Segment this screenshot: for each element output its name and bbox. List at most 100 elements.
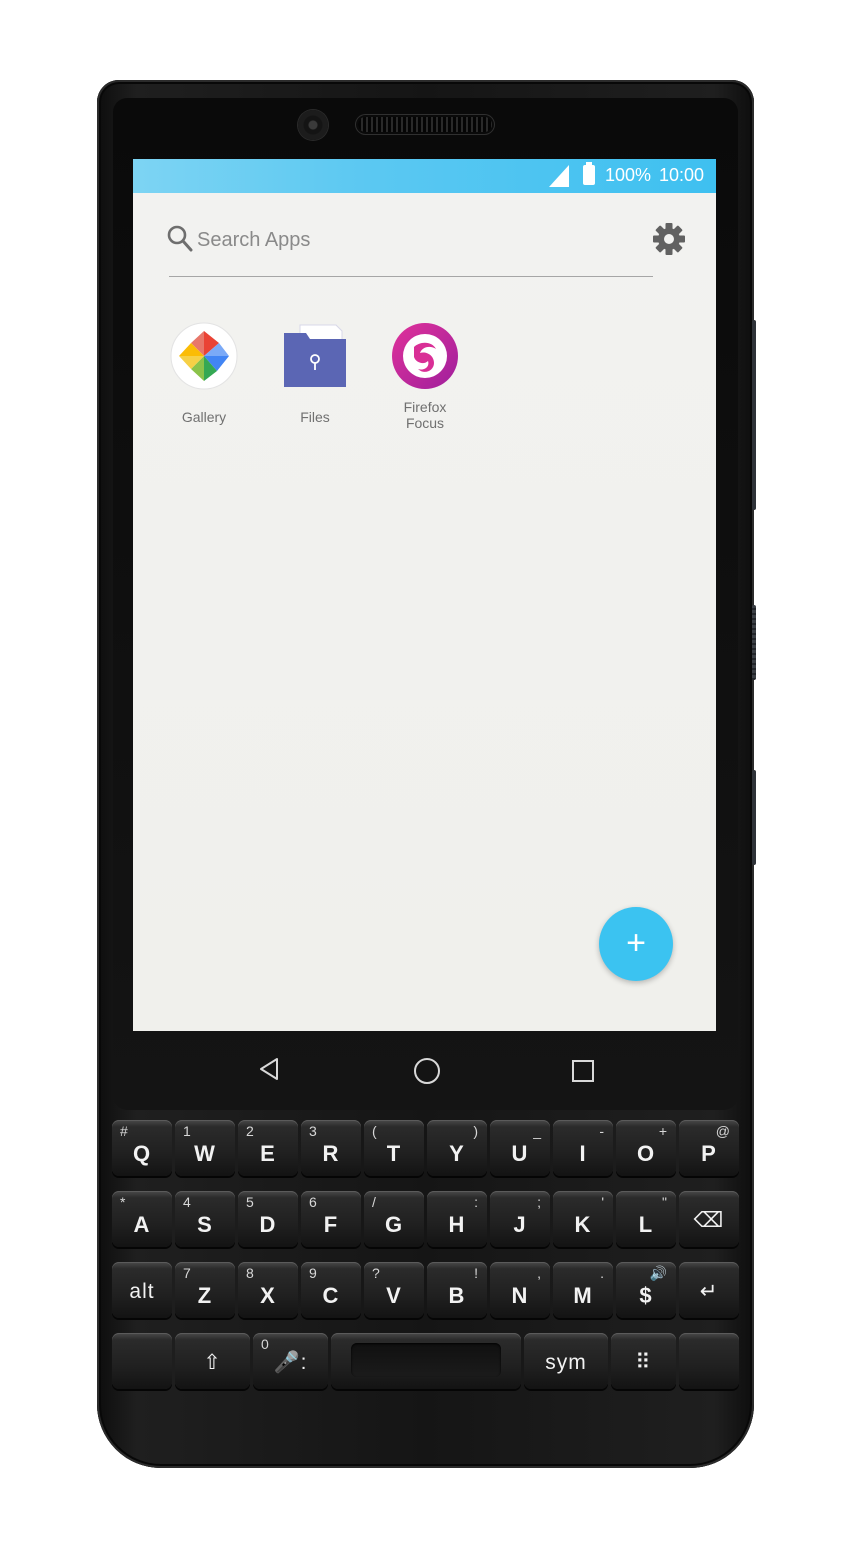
key-main-label: U bbox=[511, 1141, 529, 1166]
key-secondary-label: 9 bbox=[309, 1265, 317, 1281]
key-row2-4[interactable]: / G bbox=[364, 1191, 424, 1247]
key-main-label: ⇧ bbox=[203, 1351, 222, 1374]
gear-icon[interactable] bbox=[651, 221, 687, 257]
key-row2-6[interactable]: ; J bbox=[490, 1191, 550, 1247]
key-main-label: A bbox=[133, 1212, 151, 1237]
physical-keyboard: # Q 1 W 2 E 3 R(T) Y _ U - I + O @ P * A 4 S 5 D 6 F / G: H; J ' K " L ⌫ a… bbox=[110, 1118, 742, 1398]
key-row1-7[interactable]: -I bbox=[553, 1120, 613, 1176]
key-row3-1[interactable]: 7Z bbox=[175, 1262, 235, 1318]
key-main-label: H bbox=[448, 1212, 466, 1237]
key-main-label: Y bbox=[449, 1141, 465, 1166]
key-row1-9[interactable]: @ P bbox=[679, 1120, 739, 1176]
key-row3-0[interactable]: alt bbox=[112, 1262, 172, 1318]
key-row4-0[interactable] bbox=[112, 1333, 172, 1389]
key-main-label: R bbox=[322, 1141, 340, 1166]
key-main-label: F bbox=[323, 1212, 339, 1237]
app-firefox-focus[interactable]: Firefox Focus bbox=[375, 321, 475, 431]
key-row2-5[interactable]: :H bbox=[427, 1191, 487, 1247]
spacebar-surface bbox=[351, 1343, 501, 1377]
key-row1-5[interactable]: ) Y bbox=[427, 1120, 487, 1176]
key-row1-2[interactable]: 2E bbox=[238, 1120, 298, 1176]
home-icon[interactable] bbox=[414, 1058, 440, 1084]
spacebar[interactable] bbox=[331, 1333, 521, 1389]
key-main-label: N bbox=[511, 1283, 529, 1308]
key-secondary-label: @ bbox=[715, 1123, 730, 1139]
key-row3-4[interactable]: ? V bbox=[364, 1262, 424, 1318]
back-icon[interactable] bbox=[258, 1057, 280, 1081]
app-label-firefox-focus: Firefox Focus bbox=[403, 399, 447, 431]
key-row3-6[interactable]: ,N bbox=[490, 1262, 550, 1318]
front-camera bbox=[298, 110, 328, 140]
key-secondary-label: ) bbox=[473, 1123, 478, 1139]
key-row3-2[interactable]: 8X bbox=[238, 1262, 298, 1318]
side-button-top[interactable] bbox=[752, 320, 756, 510]
key-main-label: $ bbox=[639, 1283, 653, 1308]
key-row3-7[interactable]: .M bbox=[553, 1262, 613, 1318]
app-gallery[interactable]: Gallery bbox=[154, 321, 254, 425]
key-main-label: Q bbox=[132, 1141, 152, 1166]
key-row4-5[interactable]: ⠿ bbox=[611, 1333, 676, 1389]
navigation-bar bbox=[133, 1031, 716, 1103]
key-row1-1[interactable]: 1W bbox=[175, 1120, 235, 1176]
key-main-label: X bbox=[260, 1283, 276, 1308]
gallery-pinwheel-icon bbox=[170, 322, 238, 390]
key-main-label: G bbox=[384, 1212, 404, 1237]
key-secondary-label: ; bbox=[537, 1194, 541, 1210]
key-row1-6[interactable]: _ U bbox=[490, 1120, 550, 1176]
key-secondary-label: 3 bbox=[309, 1123, 317, 1139]
app-label-gallery: Gallery bbox=[181, 409, 227, 425]
key-row2-1[interactable]: 4S bbox=[175, 1191, 235, 1247]
key-secondary-label: 🔊 bbox=[649, 1265, 667, 1281]
folder-icon bbox=[284, 324, 346, 387]
key-secondary-label: + bbox=[658, 1123, 667, 1139]
key-row2-3[interactable]: 6F bbox=[301, 1191, 361, 1247]
recent-apps-icon[interactable] bbox=[572, 1060, 594, 1082]
key-row2-9[interactable]: ⌫ bbox=[679, 1191, 739, 1247]
signal-icon bbox=[549, 165, 569, 187]
key-main-label: C bbox=[322, 1283, 340, 1308]
key-secondary-label: 6 bbox=[309, 1194, 317, 1210]
key-row3-9[interactable]: ↵ bbox=[679, 1262, 739, 1318]
key-main-label: B bbox=[448, 1283, 466, 1308]
key-row4-1[interactable]: ⇧ bbox=[175, 1333, 250, 1389]
key-secondary-label: * bbox=[120, 1194, 126, 1210]
key-secondary-label: # bbox=[120, 1123, 128, 1139]
key-row4-6[interactable] bbox=[679, 1333, 739, 1389]
app-files[interactable]: Files bbox=[265, 321, 365, 425]
side-button-middle[interactable] bbox=[752, 605, 756, 680]
key-row3-5[interactable]: ! B bbox=[427, 1262, 487, 1318]
key-secondary-label: : bbox=[474, 1194, 478, 1210]
key-secondary-label: 7 bbox=[183, 1265, 191, 1281]
key-main-label: sym bbox=[545, 1351, 587, 1374]
screen: 100% 10:00 Search Apps Gallery Files Fir… bbox=[133, 159, 716, 1031]
key-row3-3[interactable]: 9C bbox=[301, 1262, 361, 1318]
key-row2-0[interactable]: * A bbox=[112, 1191, 172, 1247]
key-row2-2[interactable]: 5D bbox=[238, 1191, 298, 1247]
battery-icon bbox=[583, 162, 595, 185]
key-row2-8[interactable]: " L bbox=[616, 1191, 676, 1247]
key-main-label: ⠿ bbox=[635, 1351, 652, 1374]
key-row4-4[interactable]: sym bbox=[524, 1333, 608, 1389]
key-secondary-label: ? bbox=[372, 1265, 380, 1281]
key-main-label: J bbox=[513, 1212, 527, 1237]
add-button[interactable]: + bbox=[599, 907, 673, 981]
key-secondary-label: . bbox=[600, 1265, 604, 1281]
status-bar: 100% 10:00 bbox=[133, 159, 716, 193]
search-icon[interactable] bbox=[167, 225, 193, 253]
side-button-bottom[interactable] bbox=[752, 770, 756, 865]
key-secondary-label: 8 bbox=[246, 1265, 254, 1281]
key-row1-8[interactable]: + O bbox=[616, 1120, 676, 1176]
key-row4-2[interactable]: 0 🎤: bbox=[253, 1333, 328, 1389]
key-row3-8[interactable]: 🔊 $ bbox=[616, 1262, 676, 1318]
search-input[interactable] bbox=[197, 225, 497, 255]
key-main-label: O bbox=[636, 1141, 656, 1166]
status-time: 10:00 bbox=[659, 165, 705, 185]
key-row2-7[interactable]: ' K bbox=[553, 1191, 613, 1247]
key-row1-0[interactable]: # Q bbox=[112, 1120, 172, 1176]
key-row1-4[interactable]: (T bbox=[364, 1120, 424, 1176]
search-underline bbox=[169, 276, 653, 277]
key-main-label: V bbox=[386, 1283, 402, 1308]
key-secondary-label: _ bbox=[533, 1123, 541, 1139]
key-main-label: S bbox=[197, 1212, 213, 1237]
key-row1-3[interactable]: 3R bbox=[301, 1120, 361, 1176]
